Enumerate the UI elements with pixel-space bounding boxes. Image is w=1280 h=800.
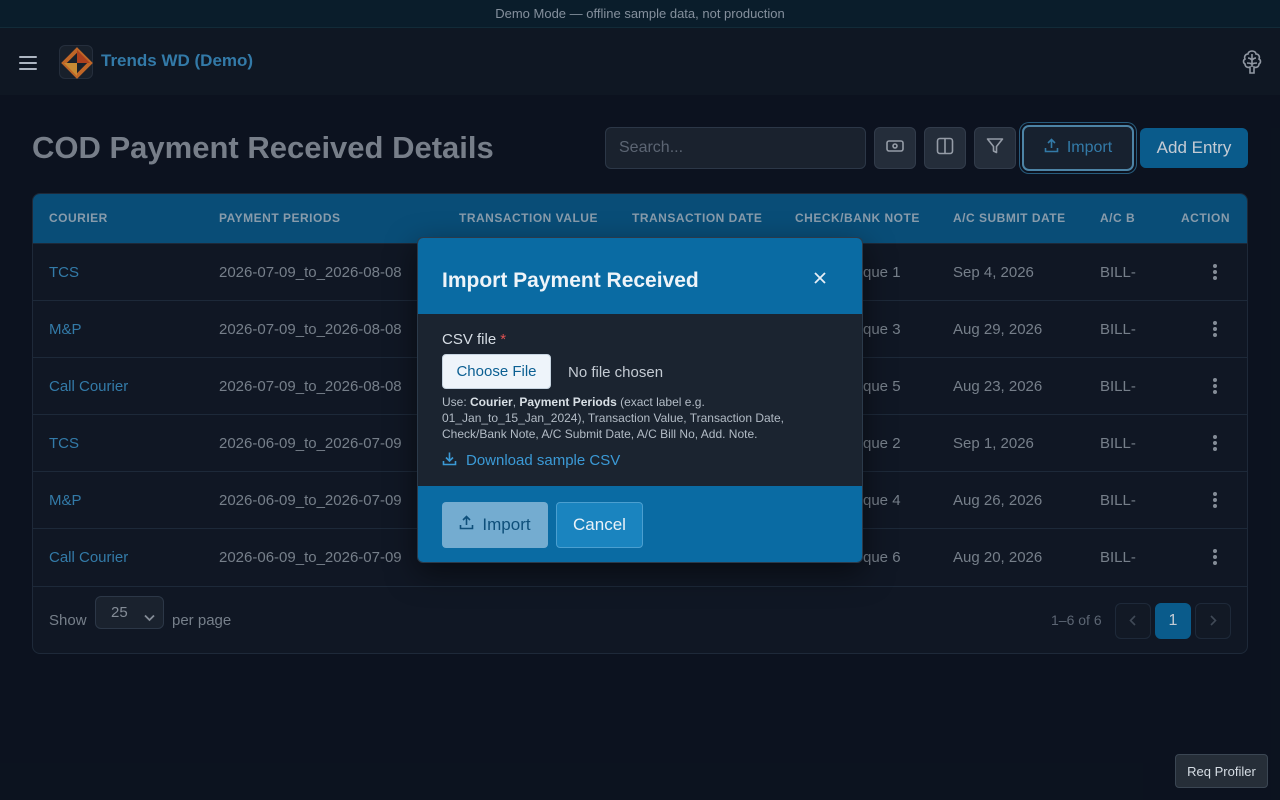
hint-payment-periods: Payment Periods [519,395,617,409]
download-icon [442,451,457,470]
cancel-button[interactable]: Cancel [556,502,643,548]
modal-header: Import Payment Received [418,238,862,314]
download-sample-csv-link[interactable]: Download sample CSV [442,451,620,470]
modal-import-label: Import [482,515,531,534]
file-status: No file chosen [568,364,664,381]
csv-format-hint: Use: Courier, Payment Periods (exact lab… [442,394,842,442]
modal-footer: Import Cancel [418,486,862,562]
upload-icon [459,515,474,535]
hint-courier: Courier [470,395,513,409]
close-icon[interactable] [812,270,828,286]
hint-prefix: Use: [442,395,471,409]
choose-file-button[interactable]: Choose File [442,354,551,389]
req-profiler-button[interactable]: Req Profiler [1175,754,1268,788]
modal-import-button[interactable]: Import [442,502,548,548]
csv-file-label-text: CSV file [442,331,497,348]
csv-file-label: CSV file * [442,331,506,348]
import-modal: Import Payment Received CSV file * Choose… [417,237,863,563]
required-marker: * [500,331,507,348]
download-sample-csv-label: Download sample CSV [466,452,621,469]
modal-title: Import Payment Received [442,269,699,292]
